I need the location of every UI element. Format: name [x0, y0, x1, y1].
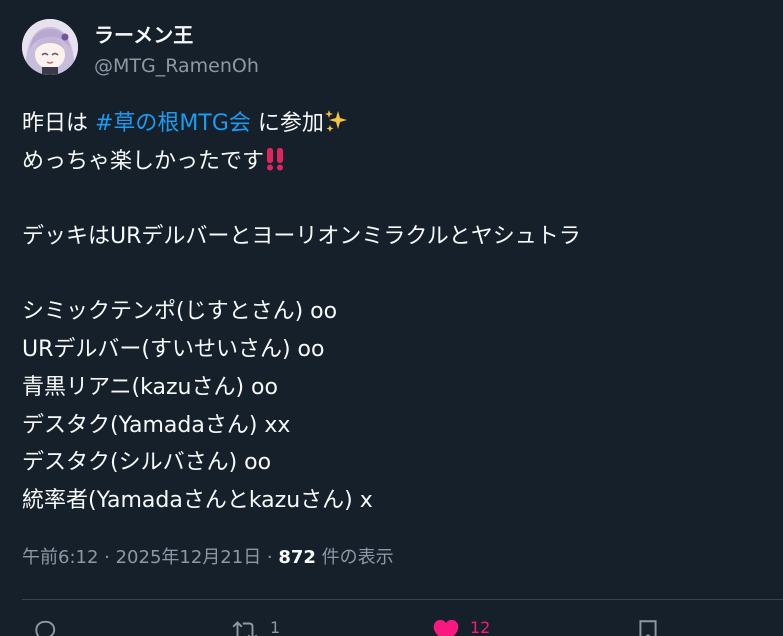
reply-icon: [32, 618, 58, 636]
text-segment: めっちゃ楽しかったです: [22, 148, 265, 174]
double-exclamation-icon: [264, 146, 286, 184]
heart-icon: [432, 618, 460, 636]
result-line: 統率者(Yamadaさんとkazuさん) x: [22, 487, 373, 513]
tweet-line: めっちゃ楽しかったです: [22, 143, 762, 181]
like-count: 12: [470, 618, 491, 636]
retweet-button[interactable]: 1: [230, 618, 280, 636]
display-name[interactable]: ラーメン王: [94, 22, 193, 48]
divider: [22, 599, 783, 600]
bookmark-icon: [636, 618, 660, 636]
views-label: 件の表示: [315, 547, 394, 568]
timestamp-link[interactable]: 午前6:12 · 2025年12月21日 ·: [22, 547, 278, 568]
text-segment: に参加: [250, 111, 324, 136]
result-line: シミックテンポ(じすとさん) oo: [22, 299, 338, 325]
sparkles-icon: [324, 108, 348, 146]
result-line: デスタク(シルバさん) oo: [22, 450, 272, 476]
anime-avatar-icon: [22, 19, 78, 75]
reply-button[interactable]: [32, 618, 68, 636]
tweet-line: 昨日は #草の根MTG会 に参加: [22, 105, 762, 143]
hashtag-link[interactable]: #草の根MTG会: [95, 111, 251, 136]
result-line: URデルバー(すいせいさん) oo: [22, 337, 325, 363]
tweet-meta: 午前6:12 · 2025年12月21日 · 872 件の表示: [22, 545, 394, 571]
text-segment: 昨日は: [22, 111, 95, 136]
tweet-container: ラーメン王 @MTG_RamenOh 昨日は #草の根MTG会 に参加 めっちゃ…: [0, 0, 783, 636]
like-button[interactable]: 12: [432, 618, 490, 636]
retweet-count: 1: [270, 618, 281, 636]
views-count: 872: [278, 547, 316, 568]
bookmark-button[interactable]: [636, 618, 670, 636]
result-line: デスタク(Yamadaさん) xx: [22, 412, 291, 438]
action-bar: 1 12: [0, 612, 783, 636]
tweet-text: 昨日は #草の根MTG会 に参加 めっちゃ楽しかったです デッキはURデルバーと…: [22, 105, 762, 520]
retweet-icon: [230, 618, 260, 636]
avatar[interactable]: [22, 19, 78, 75]
user-handle[interactable]: @MTG_RamenOh: [94, 54, 259, 78]
tweet-line: デッキはURデルバーとヨーリオンミラクルとヤシュトラ: [22, 224, 581, 250]
result-line: 青黒リアニ(kazuさん) oo: [22, 374, 278, 400]
